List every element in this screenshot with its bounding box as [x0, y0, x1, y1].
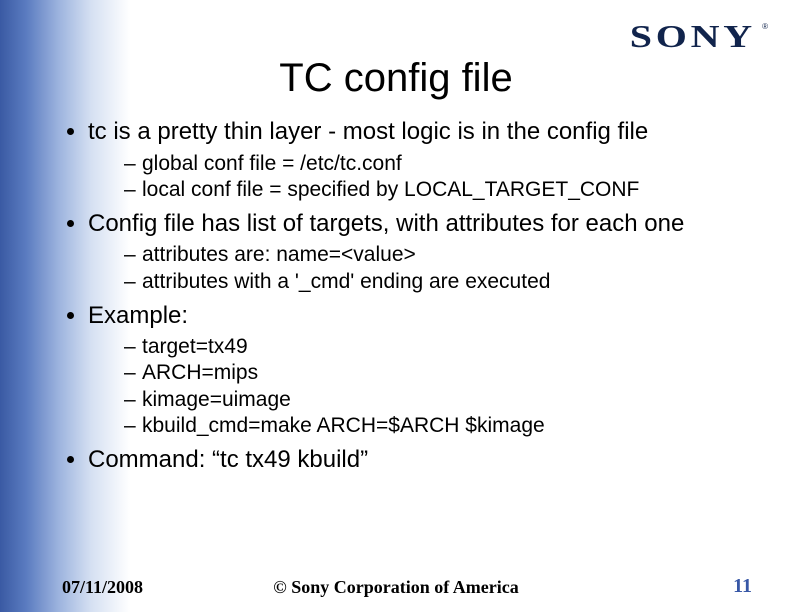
bullet-1: tc is a pretty thin layer - most logic i…: [88, 118, 760, 202]
subbullet: kimage=uimage: [124, 388, 760, 412]
subbullet: global conf file = /etc/tc.conf: [124, 152, 760, 176]
bullet-4-text: Command: “tc tx49 kbuild”: [88, 446, 368, 473]
bullet-2: Config file has list of targets, with at…: [88, 210, 760, 294]
slide-content: tc is a pretty thin layer - most logic i…: [60, 110, 760, 474]
registered-mark: ®: [762, 22, 768, 31]
sony-logo: SONY: [630, 18, 756, 55]
footer-page-number: 11: [733, 575, 752, 598]
bullet-3: Example: target=tx49 ARCH=mips kimage=ui…: [88, 302, 760, 438]
bullet-2-text: Config file has list of targets, with at…: [88, 210, 684, 237]
subbullet: attributes are: name=<value>: [124, 243, 760, 267]
slide: SONY ® TC config file tc is a pretty thi…: [0, 0, 792, 612]
footer-copyright: © Sony Corporation of America: [0, 577, 792, 598]
bullet-3-text: Example:: [88, 302, 188, 329]
subbullet: ARCH=mips: [124, 361, 760, 385]
subbullet: attributes with a '_cmd' ending are exec…: [124, 270, 760, 294]
bullet-1-text: tc is a pretty thin layer - most logic i…: [88, 118, 648, 145]
subbullet: local conf file = specified by LOCAL_TAR…: [124, 178, 760, 202]
bullet-4: Command: “tc tx49 kbuild”: [88, 446, 760, 474]
subbullet: kbuild_cmd=make ARCH=$ARCH $kimage: [124, 414, 760, 438]
slide-title: TC config file: [0, 56, 792, 101]
subbullet: target=tx49: [124, 335, 760, 359]
